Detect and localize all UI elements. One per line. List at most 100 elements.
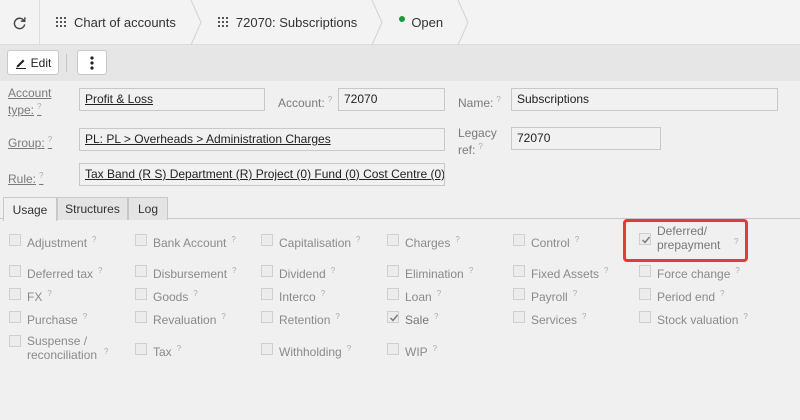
help-icon[interactable]: ? [604, 266, 608, 275]
checkbox-tax[interactable]: Tax? [135, 334, 181, 359]
checkbox-revaluation[interactable]: Revaluation? [135, 310, 226, 327]
checkbox-box[interactable] [387, 265, 399, 277]
group-field[interactable]: PL: PL > Overheads > Administration Char… [79, 128, 445, 151]
checkbox-deferred-tax[interactable]: Deferred tax? [9, 264, 102, 281]
help-icon[interactable]: ? [437, 289, 441, 298]
checkbox-box[interactable] [513, 311, 525, 323]
checkbox-box[interactable] [261, 311, 273, 323]
checkbox-box[interactable] [9, 234, 21, 246]
checkbox-box[interactable] [135, 288, 147, 300]
help-icon[interactable]: ? [433, 344, 437, 353]
checkbox-box[interactable] [261, 265, 273, 277]
help-icon[interactable]: ? [496, 95, 500, 104]
account-type-field[interactable]: Profit & Loss [79, 88, 265, 111]
checkbox-box[interactable] [135, 343, 147, 355]
help-icon[interactable]: ? [347, 344, 351, 353]
checkbox-elimination[interactable]: Elimination? [387, 264, 473, 281]
breadcrumb-status[interactable]: Open [383, 0, 469, 45]
checkbox-goods[interactable]: Goods? [135, 287, 198, 304]
help-icon[interactable]: ? [478, 142, 482, 151]
name-field[interactable]: Subscriptions [511, 88, 778, 111]
more-options-button[interactable] [77, 50, 107, 75]
account-field[interactable]: 72070 [338, 88, 445, 111]
help-icon[interactable]: ? [48, 135, 52, 144]
breadcrumb-chart-of-accounts[interactable]: Chart of accounts [40, 0, 202, 45]
checkbox-disbursement[interactable]: Disbursement? [135, 264, 236, 281]
help-icon[interactable]: ? [335, 312, 339, 321]
tab-log[interactable]: Log [128, 197, 168, 220]
checkbox-purchase[interactable]: Purchase? [9, 310, 87, 327]
help-icon[interactable]: ? [321, 289, 325, 298]
help-icon[interactable]: ? [98, 266, 102, 275]
refresh-button[interactable] [0, 0, 40, 44]
help-icon[interactable]: ? [331, 266, 335, 275]
checkbox-box[interactable] [9, 335, 21, 347]
help-icon[interactable]: ? [47, 289, 51, 298]
help-icon[interactable]: ? [92, 235, 96, 244]
checkbox-box[interactable] [135, 234, 147, 246]
checkbox-box[interactable] [261, 343, 273, 355]
help-icon[interactable]: ? [735, 266, 739, 275]
checkbox-adjustment[interactable]: Adjustment? [9, 233, 96, 250]
checkbox-box[interactable] [9, 265, 21, 277]
checkbox-box[interactable] [387, 343, 399, 355]
help-icon[interactable]: ? [177, 344, 181, 353]
rule-label[interactable]: Rule:? [8, 169, 43, 186]
checkbox-box[interactable] [135, 311, 147, 323]
help-icon[interactable]: ? [455, 235, 459, 244]
checkbox-suspense-reconciliation[interactable]: Suspense / reconciliation? [9, 334, 117, 362]
help-icon[interactable]: ? [573, 289, 577, 298]
tab-structures[interactable]: Structures [57, 197, 128, 220]
help-icon[interactable]: ? [104, 347, 108, 356]
checkbox-box[interactable] [9, 311, 21, 323]
help-icon[interactable]: ? [575, 235, 579, 244]
checkbox-bank-account[interactable]: Bank Account? [135, 233, 236, 250]
checkbox-sale[interactable]: Sale? [387, 310, 438, 327]
edit-button[interactable]: Edit [7, 50, 59, 75]
help-icon[interactable]: ? [221, 312, 225, 321]
help-icon[interactable]: ? [193, 289, 197, 298]
checkbox-box[interactable] [639, 265, 651, 277]
help-icon[interactable]: ? [83, 312, 87, 321]
checkbox-period-end[interactable]: Period end? [639, 287, 725, 304]
help-icon[interactable]: ? [37, 102, 41, 111]
help-icon[interactable]: ? [469, 266, 473, 275]
checkbox-box[interactable] [387, 288, 399, 300]
help-icon[interactable]: ? [39, 171, 43, 180]
checkbox-box[interactable] [387, 311, 399, 323]
checkbox-box[interactable] [513, 288, 525, 300]
breadcrumb-account[interactable]: 72070: Subscriptions [202, 0, 383, 45]
checkbox-box[interactable] [261, 288, 273, 300]
checkbox-services[interactable]: Services? [513, 310, 586, 327]
checkbox-dividend[interactable]: Dividend? [261, 264, 335, 281]
checkbox-charges[interactable]: Charges? [387, 233, 460, 250]
checkbox-payroll[interactable]: Payroll? [513, 287, 577, 304]
checkbox-interco[interactable]: Interco? [261, 287, 325, 304]
checkbox-loan[interactable]: Loan? [387, 287, 441, 304]
checkbox-box[interactable] [513, 265, 525, 277]
checkbox-box[interactable] [261, 234, 273, 246]
checkbox-box[interactable] [9, 288, 21, 300]
checkbox-capitalisation[interactable]: Capitalisation? [261, 233, 361, 250]
checkbox-box[interactable] [513, 234, 525, 246]
checkbox-withholding[interactable]: Withholding? [261, 334, 351, 359]
checkbox-box[interactable] [639, 288, 651, 300]
help-icon[interactable]: ? [582, 312, 586, 321]
checkbox-box[interactable] [387, 234, 399, 246]
help-icon[interactable]: ? [328, 95, 332, 104]
help-icon[interactable]: ? [743, 312, 747, 321]
checkbox-fx[interactable]: FX? [9, 287, 52, 304]
checkbox-control[interactable]: Control? [513, 233, 579, 250]
account-type-label[interactable]: Account type:? [8, 86, 68, 117]
group-label[interactable]: Group:? [8, 133, 52, 150]
help-icon[interactable]: ? [356, 235, 360, 244]
help-icon[interactable]: ? [232, 266, 236, 275]
rule-field[interactable]: Tax Band (R S) Department (R) Project (0… [79, 163, 445, 186]
checkbox-fixed-assets[interactable]: Fixed Assets? [513, 264, 608, 281]
legacy-ref-field[interactable]: 72070 [511, 127, 661, 150]
help-icon[interactable]: ? [720, 289, 724, 298]
checkbox-wip[interactable]: WIP? [387, 334, 437, 359]
checkbox-box[interactable] [135, 265, 147, 277]
checkbox-box[interactable] [639, 311, 651, 323]
checkbox-retention[interactable]: Retention? [261, 310, 340, 327]
